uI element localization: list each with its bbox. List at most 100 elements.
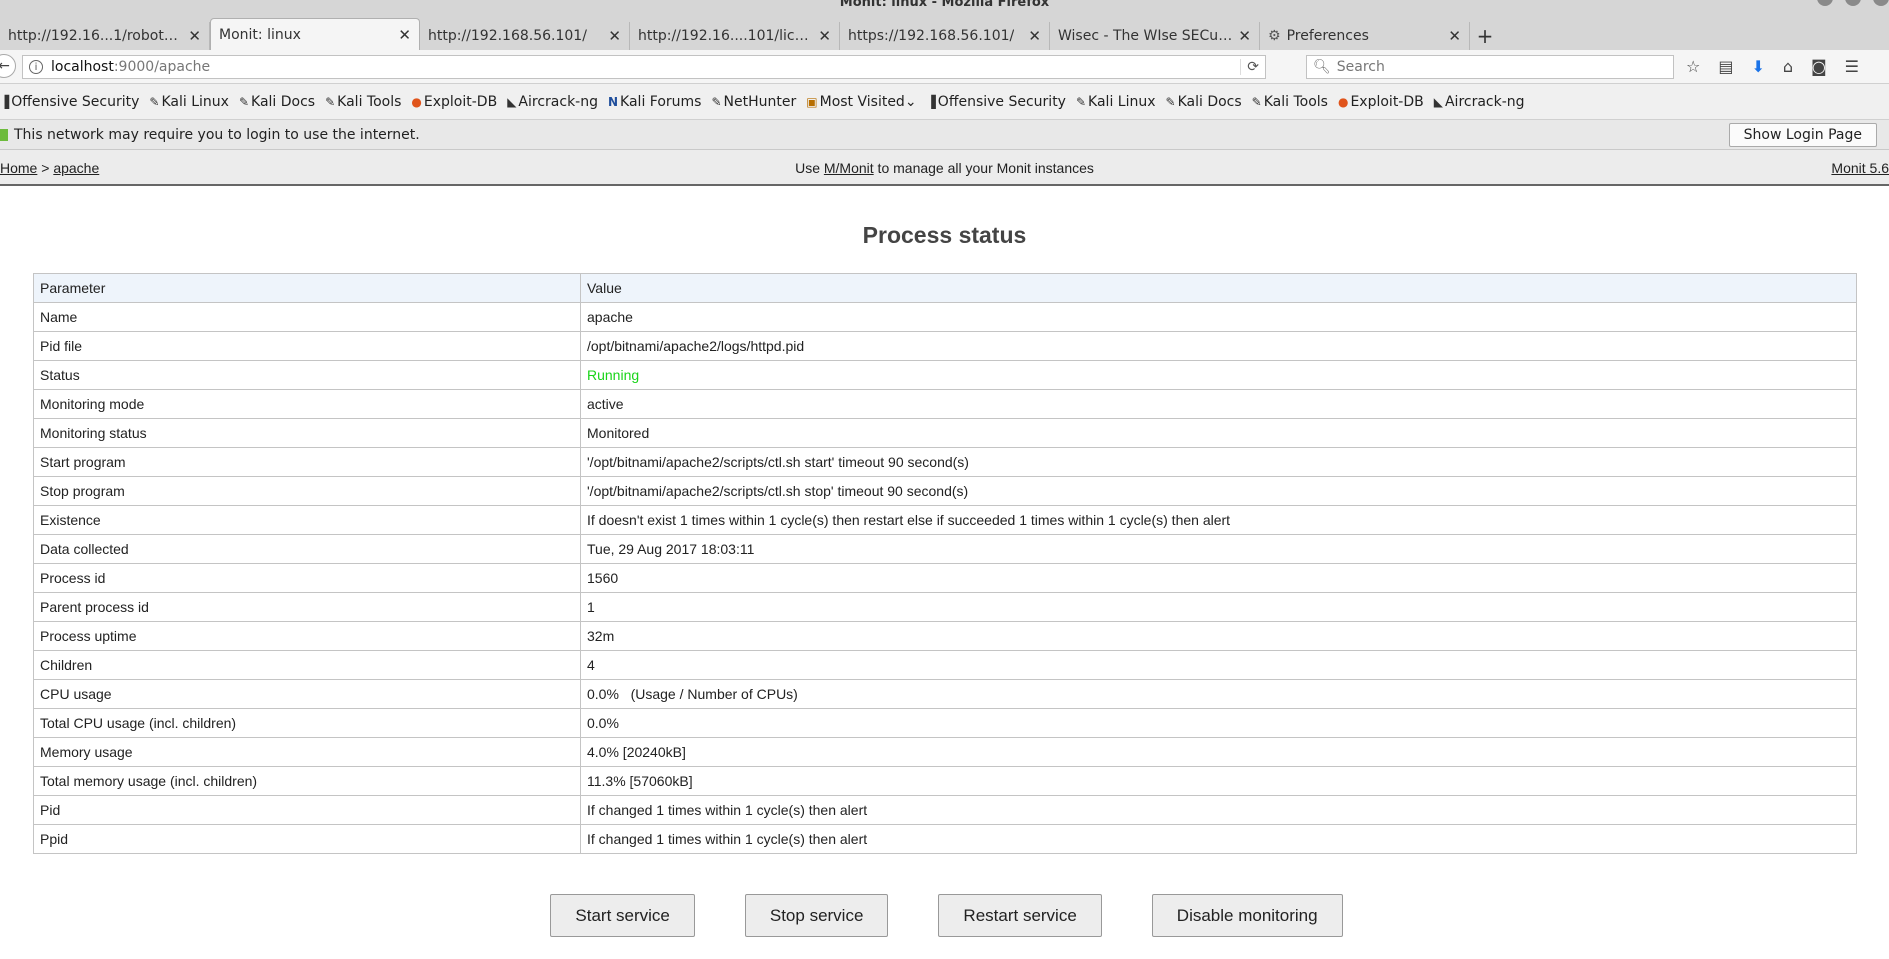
- download-icon[interactable]: ⬇: [1751, 57, 1764, 76]
- bookmark-kali-docs[interactable]: ✎ Kali Docs: [239, 94, 315, 110]
- close-window-icon[interactable]: [1873, 0, 1889, 6]
- show-login-page-button[interactable]: Show Login Page: [1728, 123, 1877, 147]
- close-icon[interactable]: ✕: [398, 26, 411, 44]
- close-icon[interactable]: ✕: [1448, 27, 1461, 45]
- param-cell: Ppid: [33, 824, 581, 854]
- tab-monit-linux[interactable]: Monit: linux ✕: [210, 18, 420, 50]
- tab-robots[interactable]: http://192.16...1/robots.txt ✕: [0, 22, 210, 50]
- close-icon[interactable]: ✕: [818, 27, 831, 45]
- kali-icon: ✎: [238, 94, 250, 109]
- network-icon: [0, 128, 8, 141]
- menu-icon[interactable]: ☰: [1845, 57, 1859, 76]
- process-status-table: Parameter Value Name apache Pid file/opt/…: [33, 273, 1857, 854]
- table-header-row: Parameter Value: [33, 273, 1857, 303]
- url-bar[interactable]: i localhost:9000/apache ⟳: [22, 55, 1266, 79]
- start-service-button[interactable]: Start service: [550, 894, 695, 937]
- table-row: Memory usage 4.0% [20240kB]: [33, 737, 1857, 767]
- mmonit-message: Use M/Monit to manage all your Monit ins…: [795, 160, 1094, 176]
- value-cell: '/opt/bitnami/apache2/scripts/ctl.sh sto…: [580, 476, 1857, 506]
- bookmark-exploit-db[interactable]: ● Exploit-DB: [411, 94, 497, 110]
- table-row: Monitoring status Monitored: [33, 418, 1857, 448]
- tab-wisec[interactable]: Wisec - The WIse SECurity ✕: [1050, 22, 1260, 50]
- table-row: Stop program '/opt/bitnami/apache2/script…: [33, 476, 1857, 506]
- bookmark-kali-linux[interactable]: ✎ Kali Linux: [149, 94, 229, 110]
- window-title: Monit: linux - Mozilla Firefox: [839, 0, 1050, 10]
- param-cell: CPU usage: [33, 679, 581, 709]
- table-row: Start program '/opt/bitnami/apache2/scrip…: [33, 447, 1857, 477]
- bookmark-exploit-db-2[interactable]: ● Exploit-DB: [1338, 94, 1424, 110]
- tab-license[interactable]: http://192.16....101/license ✕: [630, 22, 840, 50]
- search-icon: 🔍︎: [1313, 59, 1331, 75]
- param-cell: Monitoring status: [33, 418, 581, 448]
- param-cell: Existence: [33, 505, 581, 535]
- aircrack-icon: ◣: [507, 94, 517, 109]
- offsec-icon: ▐: [926, 94, 936, 109]
- restart-service-button[interactable]: Restart service: [938, 894, 1102, 937]
- reading-list-icon[interactable]: ▤: [1718, 57, 1733, 76]
- tab-preferences[interactable]: ⚙ Preferences ✕: [1260, 22, 1470, 50]
- reload-icon[interactable]: ⟳: [1240, 59, 1259, 75]
- info-icon[interactable]: i: [29, 60, 43, 74]
- browser-chrome: Monit: linux - Mozilla Firefox http://19…: [0, 0, 1889, 50]
- table-row: Monitoring mode active: [33, 389, 1857, 419]
- bookmark-star-icon[interactable]: ☆: [1686, 57, 1700, 76]
- param-cell: Data collected: [33, 534, 581, 564]
- kali-forums-icon: N: [608, 94, 619, 109]
- kali-icon: ✎: [1075, 94, 1087, 109]
- search-input[interactable]: 🔍︎ Search: [1306, 55, 1674, 79]
- bookmark-nethunter[interactable]: ✎ NetHunter: [711, 94, 796, 110]
- param-cell: Process id: [33, 563, 581, 593]
- value-cell: 4.0% [20240kB]: [580, 737, 1857, 767]
- tab-192-168-56-101[interactable]: http://192.168.56.101/ ✕: [420, 22, 630, 50]
- bookmark-offensive-security[interactable]: ▐ Offensive Security: [0, 94, 139, 110]
- close-icon[interactable]: ✕: [188, 27, 201, 45]
- close-icon[interactable]: ✕: [608, 27, 621, 45]
- tab-https-192-168-56-101[interactable]: https://192.168.56.101/ ✕: [840, 22, 1050, 50]
- back-arrow-icon[interactable]: ←: [0, 54, 16, 78]
- service-actions: Start service Stop service Restart servi…: [0, 894, 1889, 937]
- bookmark-kali-tools[interactable]: ✎ Kali Tools: [325, 94, 401, 110]
- bookmark-kali-tools-2[interactable]: ✎ Kali Tools: [1252, 94, 1328, 110]
- bookmark-aircrack-ng[interactable]: ◣ Aircrack-ng: [507, 94, 598, 110]
- bookmark-most-visited[interactable]: ▣ Most Visited ⌄: [806, 94, 916, 110]
- column-header-value: Value: [580, 273, 1857, 303]
- param-cell: Process uptime: [33, 621, 581, 651]
- close-icon[interactable]: ✕: [1028, 27, 1041, 45]
- monit-version-link[interactable]: Monit 5.6: [1831, 160, 1889, 176]
- table-row: Existence If doesn't exist 1 times within…: [33, 505, 1857, 535]
- disable-monitoring-button[interactable]: Disable monitoring: [1151, 894, 1343, 937]
- table-row: Ppid If changed 1 times within 1 cycle(s)…: [33, 824, 1857, 854]
- new-tab-button[interactable]: +: [1470, 22, 1500, 50]
- maximize-icon[interactable]: [1845, 0, 1861, 6]
- kali-icon: ✎: [325, 94, 336, 109]
- bookmark-aircrack-ng-2[interactable]: ◣ Aircrack-ng: [1434, 94, 1525, 110]
- bookmark-kali-forums[interactable]: N Kali Forums: [608, 94, 701, 110]
- table-row: Total memory usage (incl. children) 11.3%…: [33, 766, 1857, 796]
- table-row: Pid If changed 1 times within 1 cycle(s) …: [33, 795, 1857, 825]
- value-cell: apache: [580, 302, 1857, 332]
- value-cell: If doesn't exist 1 times within 1 cycle(…: [580, 505, 1857, 535]
- value-cell: /opt/bitnami/apache2/logs/httpd.pid: [580, 331, 1857, 361]
- param-cell: Children: [33, 650, 581, 680]
- bookmark-offensive-security-2[interactable]: ▐ Offensive Security: [927, 94, 1066, 110]
- pocket-icon[interactable]: ◙: [1811, 57, 1827, 76]
- minimize-icon[interactable]: [1817, 0, 1833, 6]
- param-cell: Name: [33, 302, 581, 332]
- mmonit-link[interactable]: M/Monit: [824, 160, 874, 176]
- page-title: Process status: [862, 222, 1027, 248]
- gear-icon: ⚙: [1268, 28, 1281, 44]
- close-icon[interactable]: ✕: [1238, 27, 1251, 45]
- monit-header: Home > apache Use M/Monit to manage all …: [0, 150, 1889, 186]
- table-row: Process uptime 32m: [33, 621, 1857, 651]
- value-cell: 11.3% [57060kB]: [580, 766, 1857, 796]
- aircrack-icon: ◣: [1433, 94, 1443, 109]
- stop-service-button[interactable]: Stop service: [744, 894, 889, 937]
- bookmark-kali-docs-2[interactable]: ✎ Kali Docs: [1166, 94, 1242, 110]
- kali-icon: ✎: [1165, 94, 1176, 109]
- bookmark-kali-linux-2[interactable]: ✎ Kali Linux: [1076, 94, 1156, 110]
- home-icon[interactable]: ⌂: [1783, 57, 1793, 76]
- offsec-icon: ▐: [0, 94, 10, 109]
- table-row: Name apache: [33, 302, 1857, 332]
- table-row: Total CPU usage (incl. children) 0.0%: [33, 708, 1857, 738]
- param-cell: Pid file: [33, 331, 581, 361]
